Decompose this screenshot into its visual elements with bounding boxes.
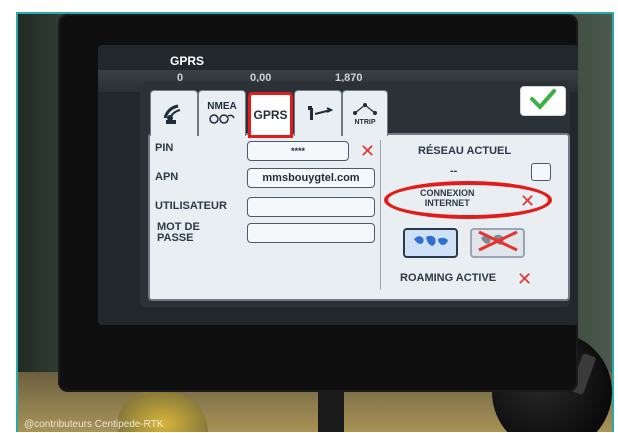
user-field[interactable] [247,197,375,217]
pin-label: PIN [155,142,174,154]
password-field[interactable] [247,223,375,243]
apn-value: mmsbouygtel.com [262,172,360,184]
pin-clear-icon[interactable]: ✕ [360,142,375,160]
watermark: @contributeurs Centipede-RTK [24,419,164,430]
confirm-button[interactable] [520,86,566,116]
divider [380,140,381,290]
mount-arm [318,387,344,432]
apn-field[interactable]: mmsbouygtel.com [247,168,375,188]
screen-title: GPRS [170,54,205,68]
network-value: -- [450,165,458,177]
tab-nmea[interactable]: NMEA [198,90,246,136]
apn-label: APN [155,171,179,183]
pin-field[interactable]: **** [247,141,349,161]
tab-ntrip-label: NTRIP [354,119,376,126]
satellite-dish-icon [160,98,188,129]
user-label: UTILISATEUR [155,200,227,212]
roaming-map-button[interactable] [470,228,525,258]
password-label: MOT DE PASSE [157,222,200,244]
pin-value: **** [290,146,305,156]
world-map-disabled-icon [475,228,521,259]
tab-gprs-label: GPRS [253,108,288,122]
network-checkbox[interactable] [531,163,551,181]
world-map-button[interactable] [403,228,458,258]
tab-tools[interactable] [294,90,342,136]
checkmark-icon [528,87,558,116]
tab-gprs[interactable]: GPRS [248,92,293,138]
network-label: RÉSEAU ACTUEL [418,145,512,157]
network-icon [351,101,379,119]
tab-satellite[interactable] [150,90,198,136]
wrench-icon [303,100,334,127]
world-map-icon [411,230,451,257]
password-label-line2: PASSE [157,232,194,244]
tab-ntrip[interactable]: NTRIP [342,90,388,136]
roaming-label: ROAMING ACTIVE [400,272,497,284]
sensor-icon [208,112,236,127]
dialog-panel [148,133,570,301]
tab-nmea-label: NMEA [207,100,237,112]
highlight-oval [384,181,552,219]
roaming-status-icon: ✕ [517,269,533,289]
